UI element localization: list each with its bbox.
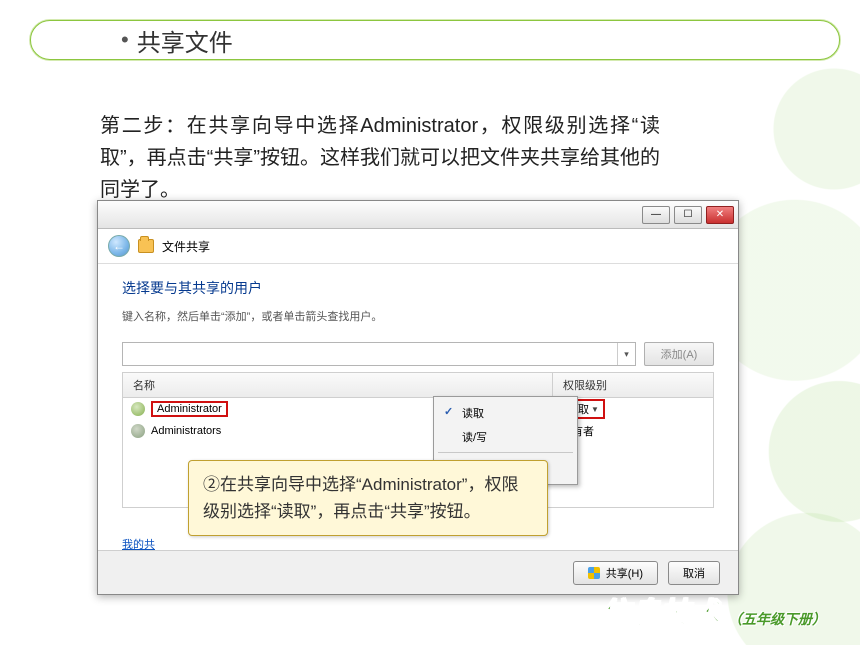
bullet-icon: •: [121, 27, 129, 53]
share-button-label: 共享(H): [606, 565, 643, 581]
menu-item-readwrite[interactable]: 读/写: [436, 425, 575, 449]
cancel-button-label: 取消: [683, 565, 705, 581]
close-button[interactable]: ✕: [706, 206, 734, 224]
cancel-button[interactable]: 取消: [668, 561, 720, 585]
minimize-button[interactable]: —: [642, 206, 670, 224]
wizard-header: ← 文件共享: [98, 229, 738, 264]
user-name-highlighted: Administrator: [151, 401, 228, 417]
wizard-name: 文件共享: [162, 238, 210, 255]
instruction-text: 第二步：在共享向导中选择Administrator，权限级别选择“读取”，再点击…: [100, 110, 660, 206]
share-button[interactable]: 共享(H): [573, 561, 658, 585]
list-header: 名称 权限级别: [122, 372, 714, 398]
column-name: 名称: [123, 373, 553, 397]
maximize-button[interactable]: ☐: [674, 206, 702, 224]
shield-icon: [588, 567, 600, 579]
brand-sub: （五年级下册）: [728, 609, 826, 629]
user-name-combo[interactable]: ▾: [122, 342, 636, 366]
list-row[interactable]: Administrator 读取 ▼: [123, 398, 713, 420]
brand-main: 信息技术: [600, 589, 720, 633]
column-permission: 权限级别: [553, 373, 713, 397]
textbook-brand: 信息技术 （五年级下册）: [600, 589, 826, 633]
list-row[interactable]: Administrators 所有者: [123, 420, 713, 442]
menu-item-read[interactable]: 读取: [436, 401, 575, 425]
dropdown-arrow-icon[interactable]: ▾: [617, 343, 635, 365]
menu-separator: [438, 452, 573, 453]
slide-title: 共享文件: [137, 23, 233, 58]
slide-title-bar: • 共享文件: [30, 20, 840, 60]
back-button[interactable]: ←: [108, 235, 130, 257]
group-icon: [131, 424, 145, 438]
add-button[interactable]: 添加(A): [644, 342, 714, 366]
wizard-heading: 选择要与其共享的用户: [122, 278, 714, 298]
wizard-subtext: 键入名称，然后单击“添加”，或者单击箭头查找用户。: [122, 308, 714, 324]
user-name: Administrators: [151, 425, 221, 437]
folder-icon: [138, 239, 154, 253]
window-footer: 共享(H) 取消: [98, 550, 738, 594]
window-titlebar: — ☐ ✕: [98, 201, 738, 229]
annotation-tooltip: ②在共享向导中选择“Administrator”，权限级别选择“读取”，再点击“…: [188, 460, 548, 536]
user-icon: [131, 402, 145, 416]
chevron-down-icon: ▼: [591, 405, 599, 414]
